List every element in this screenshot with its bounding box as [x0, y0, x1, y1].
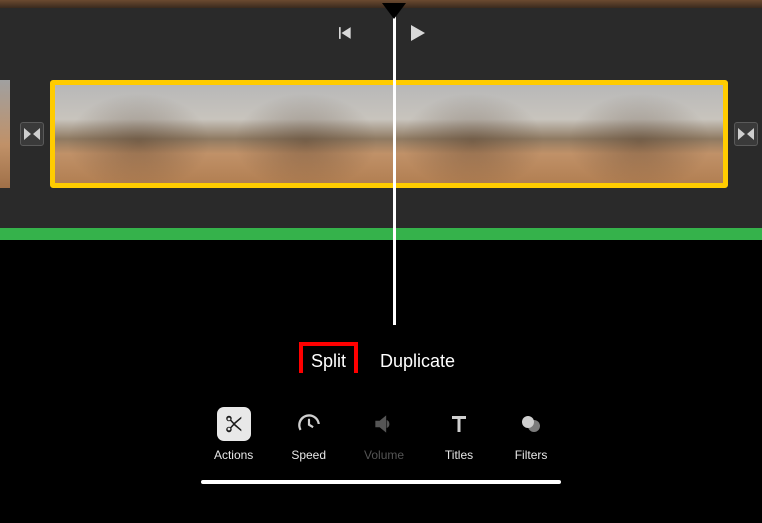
- tool-speed[interactable]: Speed: [291, 407, 326, 462]
- tool-volume: Volume: [364, 407, 404, 462]
- scissors-icon: [217, 407, 251, 441]
- skip-back-button[interactable]: [334, 23, 354, 48]
- tool-label: Titles: [445, 448, 473, 462]
- spacer: [0, 240, 762, 340]
- clip-thumbnails: [55, 85, 723, 183]
- tool-actions[interactable]: Actions: [214, 407, 253, 462]
- playhead-caret-icon: [382, 3, 406, 19]
- selected-video-clip[interactable]: [50, 80, 728, 188]
- previous-clip-edge[interactable]: [0, 80, 10, 188]
- gauge-icon: [292, 407, 326, 441]
- clip-action-row: Split Duplicate: [0, 340, 762, 376]
- clip-thumb: [556, 85, 723, 183]
- tool-row: Actions Speed Volume Titles: [214, 407, 548, 462]
- play-button[interactable]: [404, 21, 428, 50]
- tool-label: Speed: [291, 448, 326, 462]
- duplicate-button[interactable]: Duplicate: [372, 346, 463, 377]
- tool-label: Actions: [214, 448, 253, 462]
- tool-titles[interactable]: Titles: [442, 407, 476, 462]
- tool-label: Volume: [364, 448, 404, 462]
- tool-label: Filters: [515, 448, 548, 462]
- transition-marker-right[interactable]: [734, 122, 758, 146]
- home-indicator: [201, 480, 561, 484]
- imovie-timeline-editor: Split Duplicate Actions Speed Volum: [0, 0, 762, 523]
- clip-thumb: [389, 85, 556, 183]
- clip-thumb: [222, 85, 389, 183]
- playback-controls: [0, 20, 762, 50]
- preview-strip: [0, 0, 762, 8]
- bottom-toolbar: Actions Speed Volume Titles: [0, 373, 762, 523]
- text-icon: [442, 407, 476, 441]
- filters-icon: [514, 407, 548, 441]
- clip-thumb: [55, 85, 222, 183]
- speaker-icon: [367, 407, 401, 441]
- playhead[interactable]: [393, 15, 396, 325]
- tool-filters[interactable]: Filters: [514, 407, 548, 462]
- transition-marker-left[interactable]: [20, 122, 44, 146]
